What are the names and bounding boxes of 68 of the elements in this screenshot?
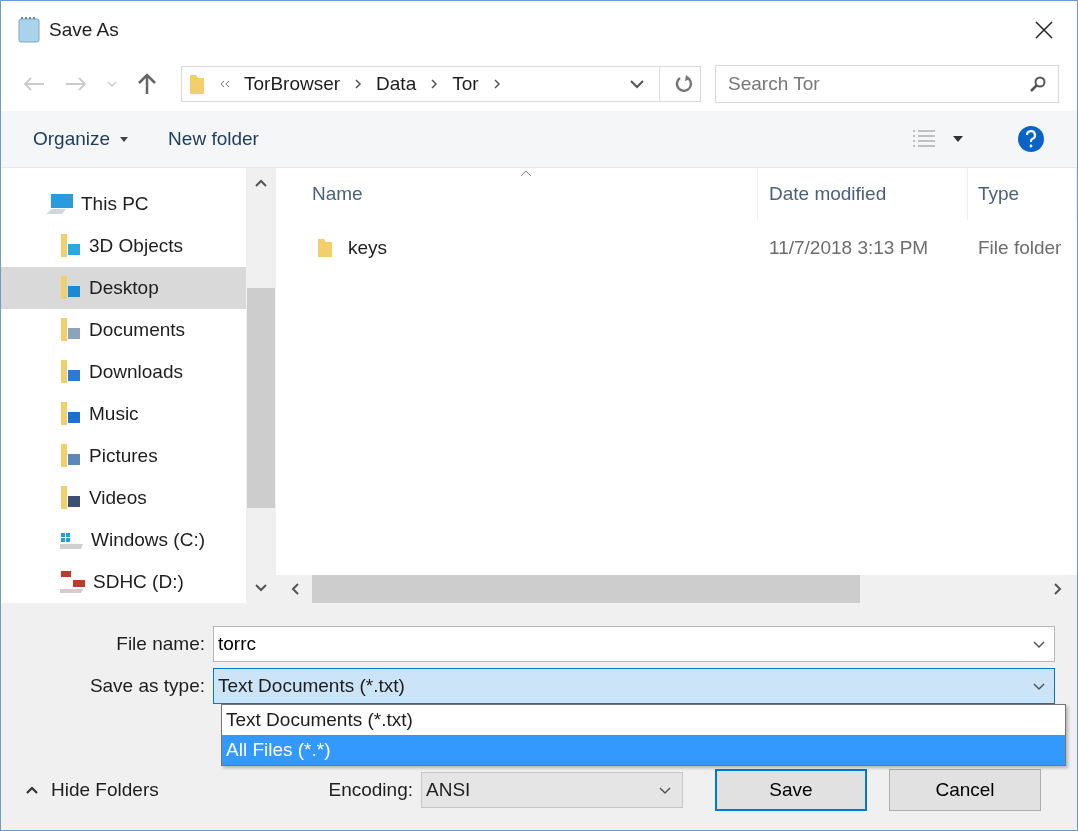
save-button[interactable]: Save [715, 769, 867, 811]
chevron-down-icon [1032, 681, 1046, 691]
refresh-icon[interactable] [674, 74, 694, 94]
chevron-right-icon[interactable] [430, 78, 439, 90]
chevron-down-icon[interactable] [629, 79, 645, 89]
tree-item[interactable]: Music [1, 393, 246, 435]
folder-icon [59, 275, 83, 301]
chevron-down-icon[interactable] [1032, 640, 1046, 649]
breadcrumb[interactable]: TorBrowser [244, 73, 341, 95]
tree-item[interactable]: Desktop [1, 267, 246, 309]
folder-icon [316, 237, 334, 259]
sd-card-drive-icon [59, 569, 87, 595]
chevron-down-icon [658, 785, 672, 795]
tree-item[interactable]: SDHC (D:) [1, 561, 246, 603]
scroll-left-icon[interactable] [290, 582, 300, 596]
new-folder-button[interactable]: New folder [156, 124, 271, 154]
column-header[interactable]: Type [968, 168, 1077, 220]
breadcrumb[interactable]: Data [376, 73, 417, 95]
scroll-down-icon[interactable] [254, 583, 268, 593]
dropdown-option[interactable]: Text Documents (*.txt) [222, 705, 1065, 735]
search-icon [1029, 75, 1047, 93]
date-cell-text: 11/7/2018 3:13 PM [768, 236, 930, 260]
organize-menu[interactable]: Organize [21, 124, 141, 154]
column-header[interactable]: Name [276, 168, 758, 220]
close-icon[interactable] [1035, 21, 1053, 39]
tree-item[interactable]: Windows (C:) [1, 519, 246, 561]
tree-item[interactable]: Pictures [1, 435, 246, 477]
field-label: Encoding: [328, 779, 413, 801]
file-name[interactable]: keys [348, 237, 388, 259]
window-title: Save As [49, 19, 119, 41]
folder-icon [59, 401, 83, 427]
file-name-field[interactable]: torrc [213, 626, 1055, 662]
notepad-icon [17, 16, 43, 44]
folder-icon [59, 317, 83, 343]
folder-icon [59, 233, 83, 259]
address-bar[interactable]: TorBrowser Data Tor [181, 66, 701, 102]
breadcrumb[interactable]: Tor [452, 73, 479, 95]
tree-item[interactable]: This PC [1, 183, 246, 225]
cancel-button[interactable]: Cancel [889, 769, 1041, 811]
tree-item[interactable]: 3D Objects [1, 225, 246, 267]
folder-icon [188, 73, 206, 95]
computer-icon [45, 192, 75, 216]
help-icon[interactable] [1017, 125, 1045, 153]
scroll-up-icon[interactable] [254, 178, 268, 188]
search-field[interactable]: Search Tor [715, 65, 1059, 103]
column-header[interactable]: Date modified [758, 168, 968, 220]
folder-icon [59, 485, 83, 511]
folder-icon [59, 443, 83, 469]
double-chevron-icon [220, 80, 230, 88]
caret-icon[interactable] [953, 136, 963, 142]
up-arrow-icon[interactable] [137, 73, 157, 95]
chevron-right-icon[interactable] [492, 78, 501, 90]
encoding-dropdown[interactable]: ANSI [421, 772, 683, 808]
hide-folders-button[interactable]: Hide Folders [19, 778, 165, 802]
field-label: File name: [115, 633, 206, 655]
folder-icon [59, 359, 83, 385]
type-cell-text: File folder [977, 236, 1063, 260]
scrollbar-thumb[interactable] [247, 288, 275, 508]
scroll-right-icon[interactable] [1053, 582, 1063, 596]
chevron-right-icon[interactable] [354, 78, 363, 90]
scrollbar-thumb[interactable] [312, 575, 860, 603]
chevron-up-icon [25, 785, 39, 795]
caret-icon [120, 136, 129, 142]
tree-item[interactable]: Downloads [1, 351, 246, 393]
field-label: Save as type: [88, 675, 206, 697]
file-type-dropdown[interactable]: Text Documents (*.txt) [213, 668, 1055, 704]
tree-item[interactable]: Videos [1, 477, 246, 519]
tree-item[interactable]: Documents [1, 309, 246, 351]
